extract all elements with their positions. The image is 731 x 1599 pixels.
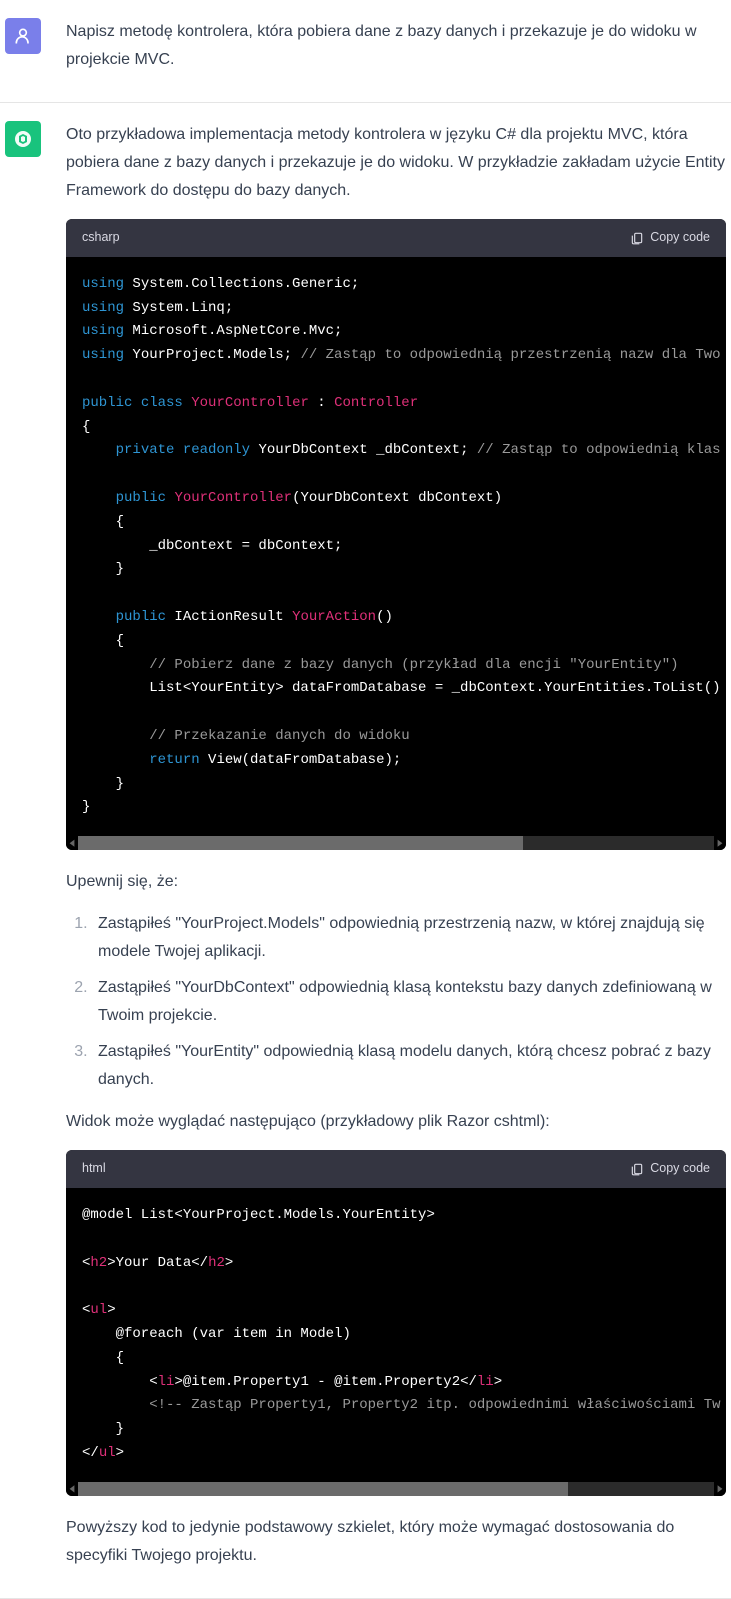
clipboard-icon (630, 231, 644, 245)
list-item: Zastąpiłeś "YourDbContext" odpowiednią k… (92, 974, 726, 1030)
code-lang-label: html (82, 1158, 106, 1180)
copy-code-button[interactable]: Copy code (630, 227, 710, 249)
assistant-content: Oto przykładowa implementacja metody kon… (66, 121, 726, 1570)
clipboard-icon (630, 1162, 644, 1176)
person-icon (13, 26, 33, 46)
copy-code-button[interactable]: Copy code (630, 1158, 710, 1180)
code-lang-label: csharp (82, 227, 120, 249)
horizontal-scrollbar[interactable] (66, 1482, 726, 1496)
openai-icon (13, 129, 33, 149)
assistant-intro: Oto przykładowa implementacja metody kon… (66, 121, 726, 205)
code-header: html Copy code (66, 1150, 726, 1188)
ensure-text: Upewnij się, że: (66, 868, 726, 896)
list-item: Zastąpiłeś "YourEntity" odpowiednią klas… (92, 1038, 726, 1094)
view-text: Widok może wyglądać następująco (przykła… (66, 1108, 726, 1136)
code-body[interactable]: using System.Collections.Generic; using … (66, 257, 726, 836)
user-content: Napisz metodę kontrolera, która pobiera … (66, 18, 726, 74)
copy-label: Copy code (650, 227, 710, 249)
code-body[interactable]: @model List<YourProject.Models.YourEntit… (66, 1188, 726, 1482)
code-header: csharp Copy code (66, 219, 726, 257)
horizontal-scrollbar[interactable] (66, 836, 726, 850)
assistant-avatar (5, 121, 41, 157)
assistant-message: Oto przykładowa implementacja metody kon… (0, 103, 731, 1599)
list-item: Zastąpiłeś "YourProject.Models" odpowied… (92, 910, 726, 966)
assistant-outro: Powyższy kod to jedynie podstawowy szkie… (66, 1514, 726, 1570)
user-text: Napisz metodę kontrolera, która pobiera … (66, 18, 726, 74)
copy-label: Copy code (650, 1158, 710, 1180)
code-block-html: html Copy code @model List<YourProject.M… (66, 1150, 726, 1496)
user-message: Napisz metodę kontrolera, która pobiera … (0, 0, 731, 103)
code-block-csharp: csharp Copy code using System.Collection… (66, 219, 726, 850)
user-avatar (5, 18, 41, 54)
instructions-list: Zastąpiłeś "YourProject.Models" odpowied… (66, 910, 726, 1094)
